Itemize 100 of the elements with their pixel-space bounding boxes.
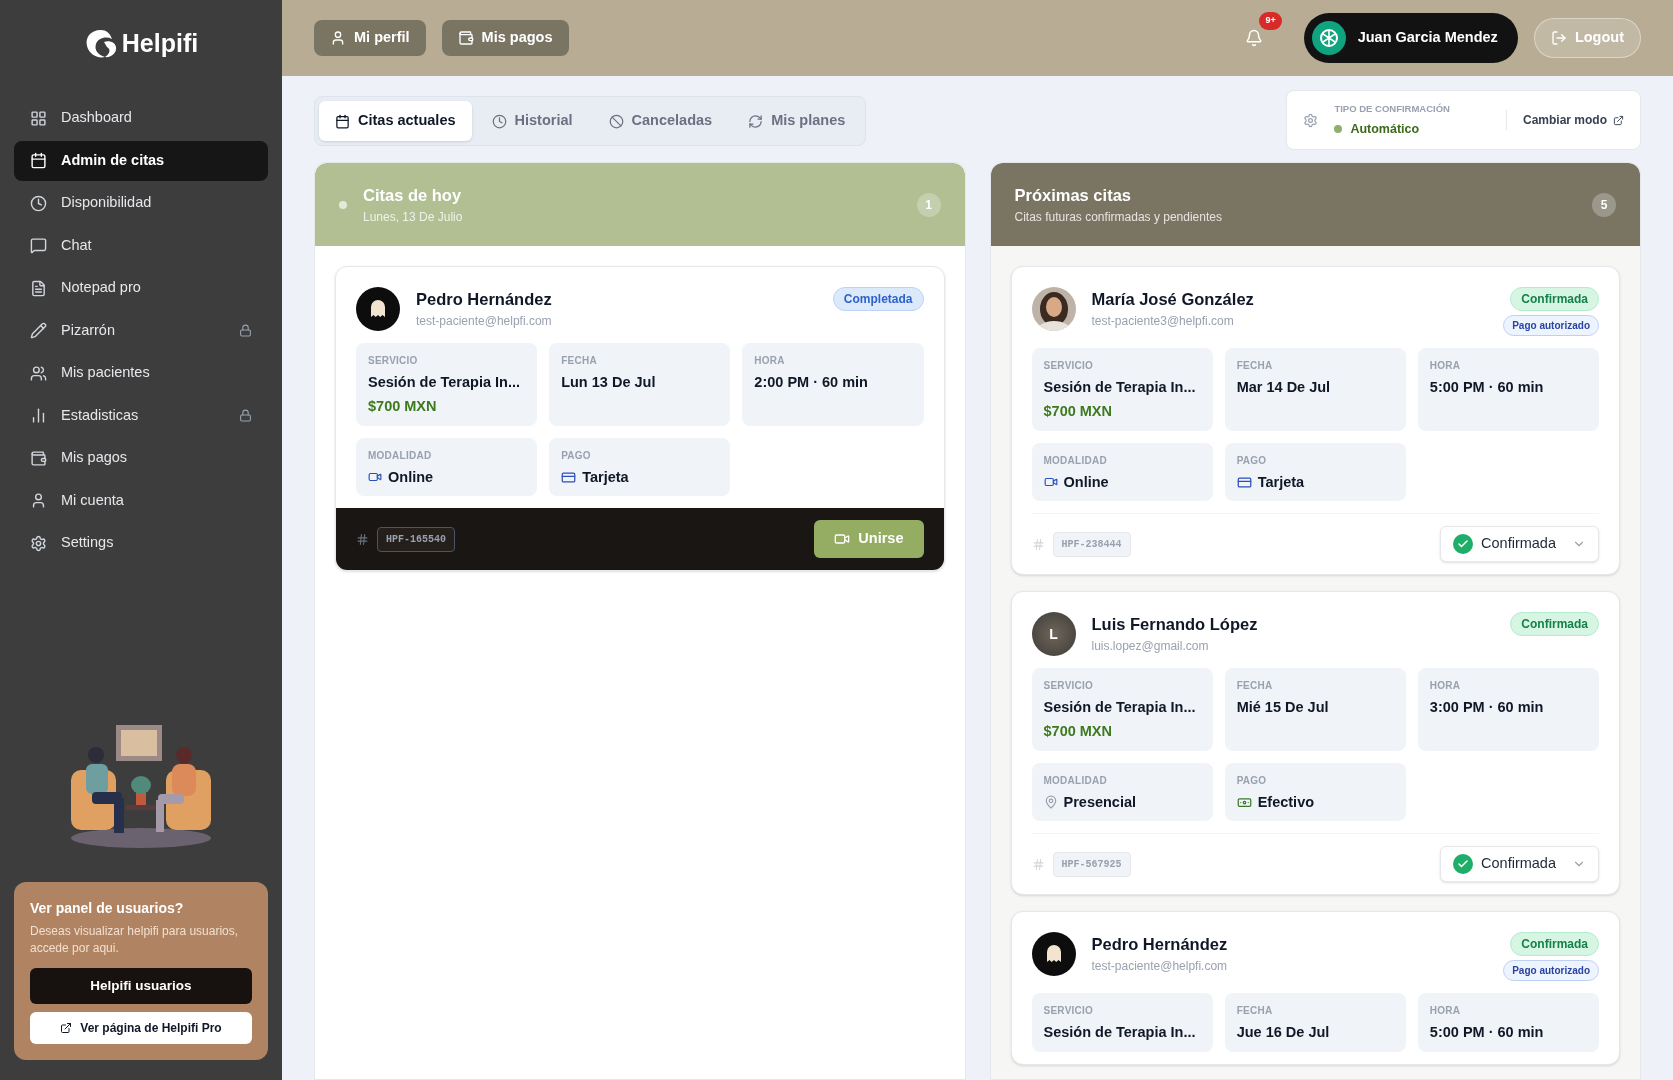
notification-count: 9+ bbox=[1259, 12, 1282, 30]
nav-item[interactable]: Mi cuenta bbox=[14, 480, 268, 521]
price-text: $700 MXN bbox=[1043, 721, 1113, 741]
field-label: SERVICIO bbox=[1043, 359, 1095, 373]
field-label: HORA bbox=[1429, 359, 1462, 373]
panel-title: Próximas citas bbox=[1014, 185, 1132, 207]
chat-bubble-icon bbox=[30, 237, 47, 254]
tab[interactable]: Historial bbox=[475, 101, 589, 141]
price-text: $700 MXN bbox=[1043, 401, 1113, 421]
user-icon bbox=[330, 30, 346, 46]
patient-name: Luis Fernando López bbox=[1091, 614, 1259, 635]
field-value: Lun 13 De Jul bbox=[561, 373, 656, 392]
field-label: PAGO bbox=[561, 448, 592, 463]
patient-name: Pedro Hernández bbox=[416, 289, 553, 310]
count-badge: 5 bbox=[1592, 192, 1616, 217]
field-label: FECHA bbox=[561, 354, 598, 368]
field-value: Online bbox=[1063, 472, 1109, 492]
users-panel-button[interactable]: Helpifi usuarios bbox=[30, 968, 252, 1004]
bar-chart-icon bbox=[30, 407, 47, 424]
count-badge: 1 bbox=[916, 192, 941, 217]
tab[interactable]: Canceladas bbox=[592, 101, 729, 141]
user-icon bbox=[30, 492, 47, 509]
ban-icon bbox=[608, 113, 624, 129]
map-pin-icon bbox=[1043, 795, 1058, 810]
hash-icon bbox=[1031, 857, 1045, 871]
status-badge: Confirmada bbox=[1510, 287, 1599, 311]
patient-name: María José González bbox=[1091, 289, 1255, 310]
logout-icon bbox=[1550, 30, 1567, 46]
status-badge: Confirmada bbox=[1510, 612, 1599, 636]
field-value: Mié 15 De Jul bbox=[1236, 698, 1329, 717]
status-badge: Completada bbox=[832, 287, 924, 311]
status-badge: Pago autorizado bbox=[1503, 960, 1599, 981]
refresh-icon bbox=[748, 113, 764, 129]
field-label: HORA bbox=[1429, 679, 1462, 693]
field-value: Sesión de Terapia In... bbox=[1043, 1023, 1196, 1042]
nav-item[interactable]: Mis pacientes bbox=[14, 353, 268, 393]
hash-icon bbox=[356, 532, 369, 546]
settings-icon bbox=[30, 534, 47, 552]
field-label: SERVICIO bbox=[368, 354, 419, 368]
topbar-button[interactable]: Mi perfil bbox=[314, 20, 426, 56]
promo-text: Deseas visualizar helpifi para usuarios, accede por aqui. bbox=[30, 923, 240, 956]
nav-item[interactable]: Estadisticas bbox=[14, 395, 268, 436]
calendar-icon bbox=[30, 152, 47, 169]
booking-code: HPF-567925 bbox=[1052, 851, 1131, 877]
wallet-icon bbox=[457, 30, 474, 46]
avatar-icon bbox=[1311, 21, 1346, 55]
field-label: FECHA bbox=[1236, 679, 1274, 693]
credit-card-icon bbox=[561, 469, 577, 485]
field-value: Tarjeta bbox=[582, 467, 629, 487]
field-label: PAGO bbox=[1236, 773, 1268, 788]
field-value: Sesión de Terapia In... bbox=[1043, 698, 1196, 717]
patient-name: Pedro Hernández bbox=[1091, 934, 1229, 955]
status-select[interactable]: Confirmada bbox=[1440, 526, 1599, 562]
nav-item[interactable]: Settings bbox=[14, 523, 268, 563]
nav-item[interactable]: Disponibilidad bbox=[14, 183, 268, 223]
external-link-icon bbox=[1613, 114, 1624, 126]
nav-item[interactable]: Mis pagos bbox=[14, 438, 268, 478]
booking-code: HPF-238444 bbox=[1052, 531, 1131, 557]
field-label: HORA bbox=[754, 354, 786, 368]
settings-icon bbox=[1303, 112, 1319, 128]
confirmation-value: Automático bbox=[1350, 120, 1420, 138]
field-label: MODALIDAD bbox=[1043, 453, 1108, 468]
nav-item[interactable]: Notepad pro bbox=[14, 268, 268, 308]
field-value: Jue 16 De Jul bbox=[1236, 1023, 1330, 1042]
patient-email: test-paciente@helpfi.com bbox=[1091, 957, 1229, 975]
tab[interactable]: Mis planes bbox=[732, 101, 862, 141]
field-value: 2:00 PM · 60 min bbox=[754, 373, 868, 392]
panel-subtitle: Lunes, 13 De Julio bbox=[363, 208, 464, 226]
nav-item[interactable]: Admin de citas bbox=[14, 140, 268, 181]
field-value: 5:00 PM · 60 min bbox=[1429, 378, 1544, 397]
change-mode-link[interactable]: Cambiar modo bbox=[1523, 111, 1624, 129]
nav-item[interactable]: Chat bbox=[14, 225, 268, 266]
hash-icon bbox=[1031, 537, 1045, 551]
panel-title: Citas de hoy bbox=[363, 185, 463, 207]
field-label: SERVICIO bbox=[1043, 679, 1095, 693]
nav-item[interactable]: Dashboard bbox=[14, 98, 268, 138]
price-text: $700 MXN bbox=[368, 396, 438, 416]
field-value: Presencial bbox=[1063, 792, 1137, 812]
clock-icon bbox=[491, 113, 507, 129]
grid-icon bbox=[30, 109, 47, 127]
status-badge: Pago autorizado bbox=[1503, 315, 1599, 336]
avatar-icon bbox=[1031, 932, 1076, 976]
user-menu[interactable]: Juan Garcia Mendez bbox=[1303, 13, 1518, 63]
wallet-icon bbox=[30, 449, 47, 467]
status-select[interactable]: Confirmada bbox=[1440, 846, 1599, 882]
avatar-icon bbox=[356, 287, 400, 331]
field-value: Efectivo bbox=[1257, 792, 1315, 812]
confirmation-label: TIPO DE CONFIRMACIÓN bbox=[1334, 101, 1450, 116]
users-icon bbox=[30, 364, 47, 382]
panel-subtitle: Citas futuras confirmadas y pendientes bbox=[1014, 208, 1223, 226]
pro-page-button[interactable]: Ver página de Helpifi Pro bbox=[30, 1012, 252, 1044]
field-label: SERVICIO bbox=[1043, 1004, 1095, 1018]
status-badge: Confirmada bbox=[1510, 932, 1599, 956]
tab[interactable]: Citas actuales bbox=[319, 101, 472, 141]
field-label: MODALIDAD bbox=[368, 448, 433, 463]
field-value: Online bbox=[388, 467, 434, 487]
topbar-button[interactable]: Mis pagos bbox=[441, 20, 569, 56]
nav-item[interactable]: Pizarrón bbox=[14, 310, 268, 351]
field-label: HORA bbox=[1429, 1004, 1462, 1018]
external-link-icon bbox=[60, 1022, 73, 1034]
